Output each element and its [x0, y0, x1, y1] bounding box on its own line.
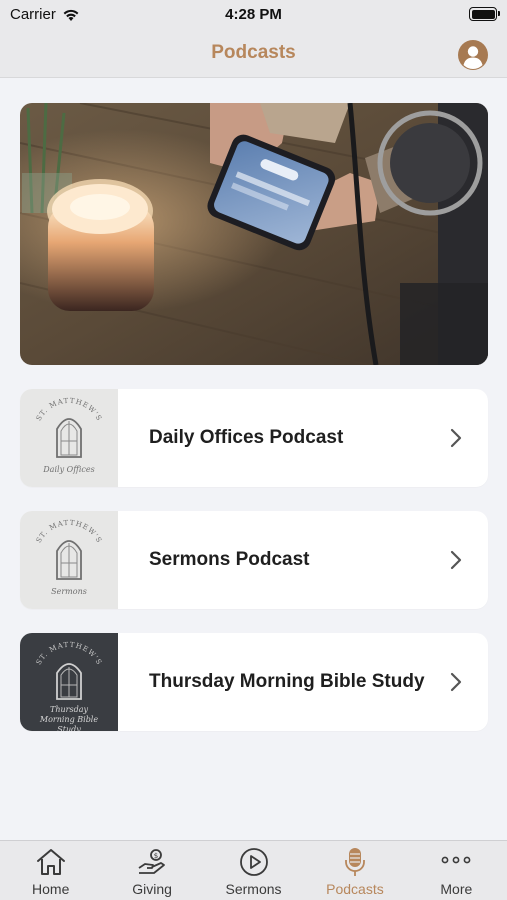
thumbnail-caption: Thursday Morning Bible Study	[39, 705, 99, 731]
podcast-card-daily-offices[interactable]: ST. MATTHEW'S Daily Offices Daily Office…	[20, 389, 488, 487]
thumbnail-caption: Daily Offices	[43, 465, 95, 474]
status-time: 4:28 PM	[225, 6, 282, 23]
more-dots-icon	[441, 856, 471, 864]
page-title: Podcasts	[211, 42, 296, 63]
tab-bar: Home $ Giving Sermons Podcasts More	[0, 840, 507, 900]
podcast-thumbnail: ST. MATTHEW'S Sermons	[20, 511, 118, 609]
podcast-title: Daily Offices Podcast	[149, 427, 344, 448]
microphone-icon	[345, 848, 365, 876]
tab-sermons[interactable]: Sermons	[203, 841, 304, 900]
svg-text:ST. MATTHEW'S: ST. MATTHEW'S	[35, 641, 104, 667]
house-icon	[36, 849, 65, 875]
podcast-thumbnail: ST. MATTHEW'S Thursday Morning Bible Stu…	[20, 633, 118, 731]
battery-icon	[469, 7, 500, 21]
podcast-title: Sermons Podcast	[149, 549, 310, 570]
tab-label: More	[440, 881, 473, 897]
tab-label: Giving	[132, 881, 172, 897]
tab-label: Podcasts	[326, 881, 384, 897]
tab-podcasts[interactable]: Podcasts	[304, 841, 405, 900]
navigation-bar: Podcasts	[0, 30, 507, 78]
thumbnail-caption: Sermons	[51, 587, 87, 596]
podcast-thumbnail: ST. MATTHEW'S Daily Offices	[20, 389, 118, 487]
podcast-card-sermons[interactable]: ST. MATTHEW'S Sermons Sermons Podcast	[20, 511, 488, 609]
person-circle-icon	[463, 46, 483, 69]
chevron-right-icon	[450, 428, 462, 448]
tab-home[interactable]: Home	[0, 841, 101, 900]
status-bar: Carrier 4:28 PM	[0, 0, 507, 30]
podcast-card-thursday-bible-study[interactable]: ST. MATTHEW'S Thursday Morning Bible Stu…	[20, 633, 488, 731]
tab-more[interactable]: More	[406, 841, 507, 900]
podcast-title: Thursday Morning Bible Study	[149, 671, 425, 692]
tab-label: Home	[32, 881, 70, 897]
chevron-right-icon	[450, 550, 462, 570]
tab-giving[interactable]: $ Giving	[101, 841, 202, 900]
tab-label: Sermons	[225, 881, 282, 897]
hero-image	[20, 103, 488, 365]
profile-button[interactable]	[458, 40, 488, 70]
hand-coin-icon: $	[138, 849, 166, 874]
hero-photo	[20, 103, 488, 365]
play-circle-icon	[239, 848, 268, 876]
chevron-right-icon	[450, 672, 462, 692]
svg-text:$: $	[154, 852, 158, 860]
